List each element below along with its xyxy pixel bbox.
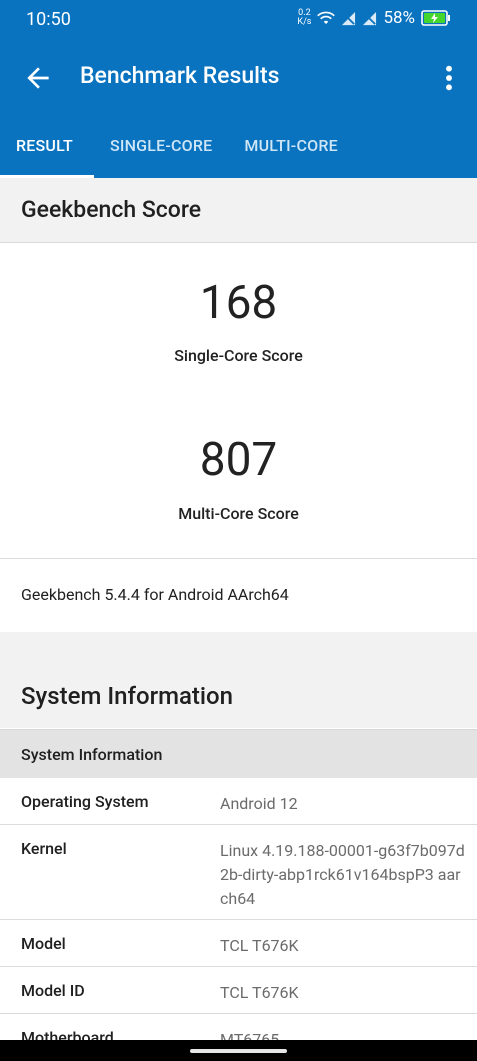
multi-core-score: 807 [199,433,278,487]
status-bar: 10:50 0.2 K/s 58% [0,0,477,40]
home-handle[interactable] [190,1049,287,1053]
net-speed-unit: K/s [297,17,312,27]
row-key: Model [21,934,66,953]
version-row: Geekbench 5.4.4 for Android AArch64 [0,558,477,633]
table-row: Operating System Android 12 [0,778,477,825]
score-section-title: Geekbench Score [21,196,202,223]
tab-result[interactable]: RESULT [0,116,94,178]
system-info-subheader-label: System Information [21,745,163,764]
table-row: Model TCL T676K [0,920,477,967]
net-speed: 0.2 K/s [297,9,311,27]
version-text: Geekbench 5.4.4 for Android AArch64 [21,585,289,604]
row-value: Linux 4.19.188-00001-g63f7b097d2b-dirty-… [220,841,465,908]
table-row: Kernel Linux 4.19.188-00001-g63f7b097d2b… [0,825,477,920]
row-value: TCL T676K [220,983,299,1002]
status-time: 10:50 [26,9,71,30]
score-area: 168 Single-Core Score 807 Multi-Core Sco… [0,243,477,558]
row-key: Model ID [21,981,85,1000]
row-value: TCL T676K [220,936,299,955]
tab-bar: RESULT SINGLE-CORE MULTI-CORE [0,116,477,178]
app-bar: Benchmark Results [0,40,477,116]
row-key: Operating System [21,792,149,811]
table-row: Model ID TCL T676K [0,967,477,1014]
no-signal-icon [342,11,356,25]
battery-percent: 58% [383,8,415,28]
row-key: Kernel [21,839,67,858]
row-value: Android 12 [220,794,298,813]
more-vert-icon[interactable] [441,62,457,94]
battery-charging-icon [421,10,450,26]
gesture-nav-bar [0,1040,477,1061]
score-section-header: Geekbench Score [0,178,477,243]
status-icons: 0.2 K/s 58% [297,8,451,28]
tab-single-core[interactable]: SINGLE-CORE [94,116,228,178]
single-core-label: Single-Core Score [174,346,303,365]
system-info-subheader: System Information [0,729,477,779]
multi-core-label: Multi-Core Score [178,504,299,523]
arrow-back-icon[interactable] [22,62,54,94]
wifi-icon [317,11,336,24]
system-info-header-area [0,632,477,728]
no-signal-icon-2 [363,11,377,25]
page-title: Benchmark Results [80,62,280,89]
tab-multi-core[interactable]: MULTI-CORE [228,116,353,178]
single-core-score: 168 [199,276,278,330]
system-info-title: System Information [21,682,234,710]
